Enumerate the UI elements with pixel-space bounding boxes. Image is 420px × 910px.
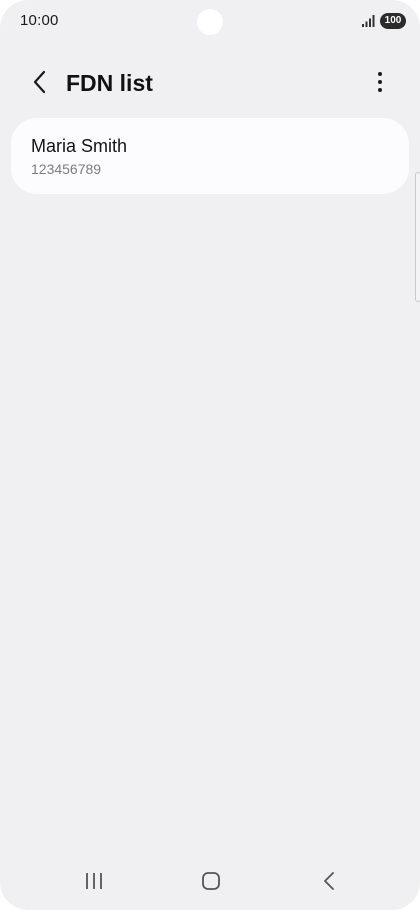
status-bar: 10:00 100 (0, 0, 420, 44)
contact-name: Maria Smith (31, 136, 128, 156)
signal-icon (362, 14, 376, 28)
nav-back-button[interactable] (309, 870, 349, 896)
app-header: FDN list (0, 60, 420, 108)
more-options-button[interactable] (362, 66, 398, 102)
back-arrow-icon (32, 70, 48, 99)
fdn-contact-item[interactable]: Maria Smith 123456789 (11, 118, 409, 194)
recent-apps-icon (84, 872, 104, 895)
home-button[interactable] (191, 870, 231, 896)
back-icon (322, 871, 336, 896)
camera-cutout (197, 9, 223, 35)
more-options-icon (377, 71, 383, 98)
battery-icon: 100 (380, 13, 406, 29)
page-title: FDN list (66, 70, 153, 96)
phone-screen: 10:00 100 FDN list Maria Smith 123456789 (0, 0, 420, 910)
back-button[interactable] (22, 66, 58, 102)
status-time: 10:00 (20, 12, 59, 29)
scroll-indicator[interactable] (415, 172, 420, 302)
contact-number: 123456789 (31, 161, 102, 177)
home-icon (201, 871, 221, 896)
navigation-bar (0, 860, 420, 906)
recent-apps-button[interactable] (74, 870, 114, 896)
